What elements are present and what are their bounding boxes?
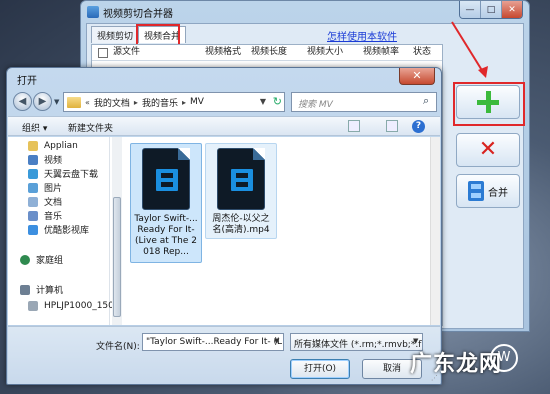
filename-label: 文件名(N): — [96, 342, 140, 352]
film-strip-icon — [156, 169, 178, 191]
nav-item-homegroup[interactable]: 家庭组 — [20, 253, 63, 266]
open-button[interactable]: 打开(O) — [290, 359, 350, 379]
cloud-download-icon — [28, 168, 38, 179]
watermark-text: 广东龙网 — [410, 352, 503, 377]
nav-item-label: HPLJP1000_150 — [44, 300, 114, 311]
organize-menu[interactable]: 组织 ▾ — [22, 121, 47, 134]
file-item-taylor-swift[interactable]: Taylor Swift-...Ready For It- (Live at T… — [130, 143, 202, 263]
video-library-icon — [28, 154, 38, 165]
nav-item-label: 家庭组 — [36, 256, 64, 266]
nav-item-pictures[interactable]: 图片 — [28, 181, 62, 194]
nav-item-drive[interactable]: HPLJP1000_150 — [28, 299, 114, 312]
view-options-icon[interactable] — [348, 120, 360, 132]
forward-arrow-icon[interactable]: ▶ — [33, 92, 52, 111]
nav-item-label: 文档 — [44, 198, 63, 208]
nav-item-youku[interactable]: 优酷影视库 — [28, 223, 89, 236]
breadcrumb-separator: ▸ — [133, 97, 138, 107]
nav-item-label: 天翼云盘下载 — [44, 170, 99, 180]
history-dropdown-icon[interactable]: ▼ — [54, 98, 59, 106]
nav-item-applian[interactable]: Applian — [28, 139, 78, 152]
breadcrumb-my-music[interactable]: 我的音乐 — [142, 96, 178, 109]
search-input[interactable]: 搜索 MV — [291, 92, 437, 112]
computer-icon — [20, 284, 30, 295]
nav-item-label: 图片 — [44, 184, 63, 194]
file-name: Taylor Swift-...Ready For It- (Live at T… — [134, 214, 198, 257]
file-type-select[interactable]: 所有媒体文件 (*.rm;*.rmvb;*.fl — [290, 333, 423, 351]
breadcrumb-separator: ▸ — [181, 97, 186, 107]
scrollbar-thumb[interactable] — [113, 197, 121, 317]
back-arrow-icon[interactable]: ◀ — [13, 92, 32, 111]
film-strip-icon — [231, 169, 253, 191]
new-folder-button[interactable]: 新建文件夹 — [68, 121, 113, 134]
dialog-title: 打开 — [17, 76, 37, 87]
nav-item-label: Applian — [44, 140, 78, 151]
dialog-close-button[interactable]: ✕ — [399, 68, 435, 85]
music-library-icon — [28, 210, 38, 221]
address-dropdown-icon[interactable]: ▼ — [260, 97, 266, 106]
nav-item-label: 计算机 — [36, 286, 64, 296]
pictures-library-icon — [28, 182, 38, 193]
address-bar[interactable]: « 我的文档 ▸ 我的音乐 ▸ MV ▼ ↻ — [63, 92, 285, 112]
video-file-icon — [142, 148, 190, 210]
filename-input[interactable]: "Taylor Swift-...Ready For It- (L — [142, 333, 284, 351]
nav-item-documents[interactable]: 文档 — [28, 195, 62, 208]
nav-item-cloud-download[interactable]: 天翼云盘下载 — [28, 167, 98, 180]
nav-item-label: 视频 — [44, 156, 63, 166]
file-name: 周杰伦-以父之名(高清).mp4 — [212, 214, 270, 235]
open-file-dialog: 打开 ✕ ◀ ▶ ▼ « 我的文档 ▸ 我的音乐 ▸ MV ▼ ↻ 搜索 MV … — [6, 67, 442, 385]
nav-item-music[interactable]: 音乐 — [28, 209, 62, 222]
dialog-toolbar: 组织 ▾ 新建文件夹 ? — [8, 116, 440, 136]
filename-dropdown-icon[interactable]: ▼ — [274, 337, 279, 345]
breadcrumb-my-documents[interactable]: 我的文档 — [94, 96, 130, 109]
drive-icon — [28, 300, 38, 311]
homegroup-icon — [20, 254, 30, 265]
search-icon[interactable]: ⌕ — [423, 94, 435, 108]
file-type-dropdown-icon[interactable]: ▼ — [413, 337, 418, 345]
nav-item-videos[interactable]: 视频 — [28, 153, 62, 166]
refresh-icon[interactable]: ↻ — [273, 95, 282, 108]
navigation-pane: Applian 视频 天翼云盘下载 图片 文档 音乐 优酷影视库 家庭组 计算机… — [8, 137, 114, 325]
help-icon[interactable]: ? — [412, 120, 425, 133]
folder-icon — [28, 140, 38, 151]
file-item-jay-chou[interactable]: 周杰伦-以父之名(高清).mp4 — [205, 143, 277, 239]
nav-item-label: 优酷影视库 — [44, 226, 90, 236]
preview-pane-icon[interactable] — [386, 120, 398, 132]
content-scrollbar[interactable] — [430, 137, 440, 325]
video-file-icon — [217, 148, 265, 210]
youku-icon — [28, 224, 38, 235]
folder-icon — [67, 96, 81, 108]
dialog-content: Applian 视频 天翼云盘下载 图片 文档 音乐 优酷影视库 家庭组 计算机… — [8, 137, 440, 325]
documents-library-icon — [28, 196, 38, 207]
dialog-footer: 文件名(N): "Taylor Swift-...Ready For It- (… — [8, 326, 440, 384]
breadcrumb-mv[interactable]: MV — [190, 97, 204, 107]
nav-item-label: 音乐 — [44, 212, 63, 222]
nav-item-computer[interactable]: 计算机 — [20, 283, 63, 296]
breadcrumb-overflow[interactable]: « — [85, 98, 90, 107]
navigation-scrollbar[interactable] — [112, 137, 122, 325]
navigation-row: ◀ ▶ ▼ « 我的文档 ▸ 我的音乐 ▸ MV ▼ ↻ 搜索 MV ⌕ — [11, 91, 439, 113]
watermark-logo: W — [490, 344, 518, 372]
